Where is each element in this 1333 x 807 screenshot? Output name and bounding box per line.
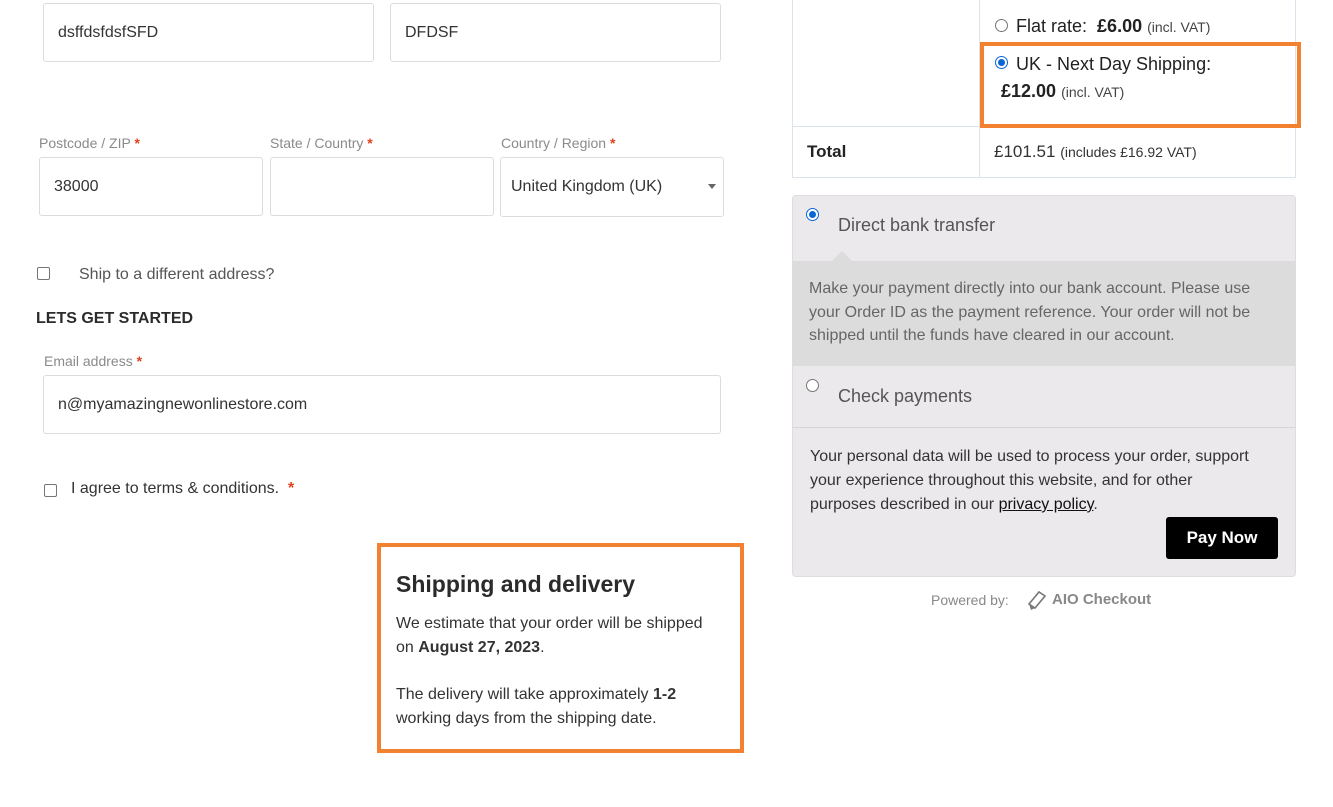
shipping-estimate-line2: on August 27, 2023. (396, 639, 545, 656)
state-label: State / Country * (270, 135, 373, 151)
terms-checkbox[interactable] (44, 484, 57, 497)
bank-desc-line2: your Order ID as the payment reference. … (809, 304, 1251, 321)
delivery-estimate-line2: working days from the shipping date. (396, 710, 657, 727)
total-label: Total (807, 142, 847, 161)
shipping-date: August 27, 2023 (418, 639, 541, 656)
delivery-estimate-line1: The delivery will take approximately 1-2 (396, 686, 677, 703)
country-label: Country / Region * (501, 135, 616, 151)
postcode-input[interactable]: 38000 (39, 157, 263, 216)
country-select[interactable]: United Kingdom (UK) (500, 157, 724, 217)
bank-transfer-radio[interactable] (806, 208, 819, 221)
bank-transfer-label[interactable]: Direct bank transfer (838, 215, 995, 236)
shipping-delivery-title: Shipping and delivery (396, 571, 635, 597)
delivery-days: 1-2 (653, 686, 677, 703)
state-input[interactable] (270, 157, 494, 216)
terms-label: I agree to terms & conditions. * (71, 480, 295, 497)
powered-by-label: Powered by: (931, 592, 1009, 608)
flat-rate-radio[interactable] (995, 19, 1008, 32)
privacy-line3: purposes described in our privacy policy… (810, 496, 1098, 513)
privacy-line1: Your personal data will be used to proce… (810, 448, 1249, 465)
email-input[interactable]: n@myamazingnewonlinestore.com (43, 375, 721, 434)
next-day-highlight (980, 42, 1301, 128)
ship-different-label: Ship to a different address? (79, 266, 275, 283)
privacy-line2: your experience throughout this website,… (810, 472, 1193, 489)
total-value: £101.51 (includes £16.92 VAT) (994, 142, 1197, 161)
chevron-down-icon (708, 184, 716, 189)
check-payments-radio[interactable] (806, 379, 819, 392)
aio-logo-icon (1027, 590, 1047, 610)
check-payments-label[interactable]: Check payments (838, 386, 972, 407)
first-name-input[interactable]: dsffdsfdsfSFD (43, 3, 374, 62)
pay-now-button[interactable]: Pay Now (1166, 517, 1278, 559)
shipping-estimate-line1: We estimate that your order will be ship… (396, 615, 703, 632)
privacy-policy-link[interactable]: privacy policy (999, 496, 1094, 513)
ship-different-checkbox[interactable] (37, 267, 50, 280)
section-title: LETS GET STARTED (36, 310, 194, 327)
postcode-label: Postcode / ZIP * (39, 135, 140, 151)
last-name-input[interactable]: DFDSF (390, 3, 721, 62)
flat-rate-option: Flat rate: £6.00 (incl. VAT) (1016, 16, 1211, 36)
bank-desc-line1: Make your payment directly into our bank… (809, 280, 1251, 297)
email-label: Email address * (44, 353, 143, 369)
bank-desc-line3: shipped until the funds have cleared in … (809, 327, 1175, 344)
aio-checkout-brand[interactable]: AIO Checkout (1052, 591, 1151, 608)
